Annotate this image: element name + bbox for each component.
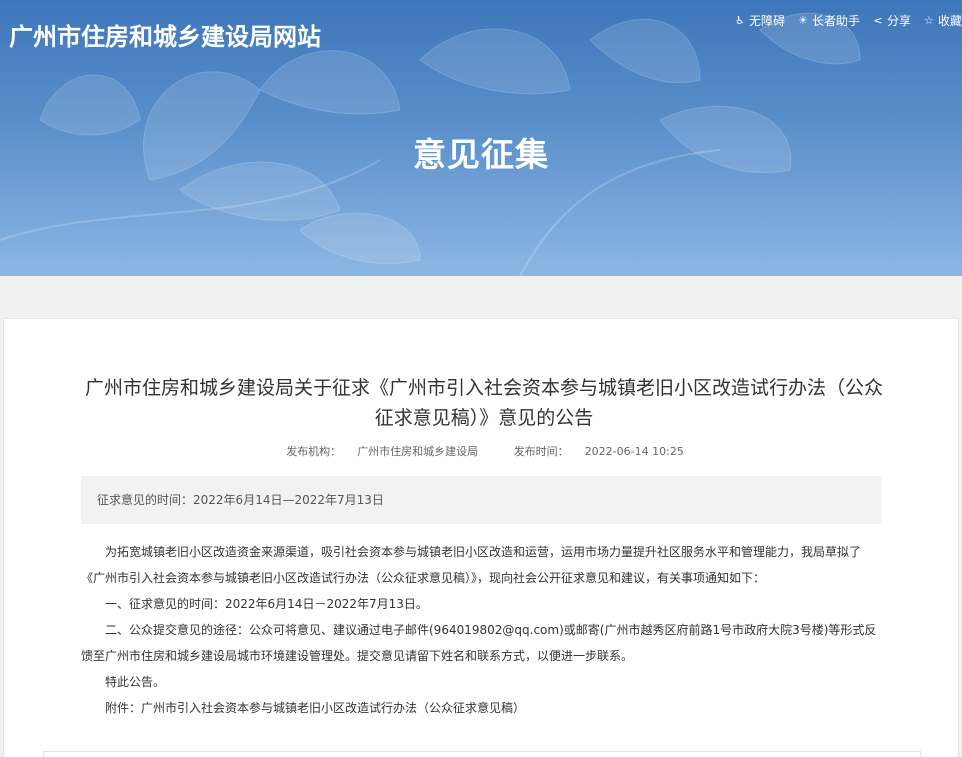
article-meta: 发布机构： 广州市住房和城乡建设局 发布时间： 2022-06-14 10:25 [4,443,962,459]
site-title[interactable]: 广州市住房和城乡建设局网站 [9,17,321,52]
accessibility-label: 无障碍 [748,14,785,28]
share-icon: < [873,14,883,27]
body-paragraph: 为拓宽城镇老旧小区改造资金来源渠道，吸引社会资本参与城镇老旧小区改造和运营，运用… [81,545,862,585]
publisher-value: 广州市住房和城乡建设局 [357,445,479,458]
period-label: 征求意见的时间： [97,493,194,507]
publisher-label: 发布机构： [286,445,342,458]
share-button[interactable]: < 分享 [872,12,911,29]
accessibility-button[interactable]: ♿ 无障碍 [734,12,785,29]
attachment-link[interactable]: 附件：广州市引入社会资本参与城镇老旧小区改造试行办法（公众征求意见稿） [81,695,881,721]
body-paragraph: 二、公众提交意见的途径：公众可将意见、建议通过电子邮件(964019802@qq… [81,623,877,663]
publish-time-label: 发布时间： [513,445,569,458]
body-paragraph: 特此公告。 [105,675,166,689]
favorite-button[interactable]: ☆ 收藏 [923,12,962,29]
accessibility-icon: ♿ [735,14,745,27]
elderly-assistant-button[interactable]: ☀ 长者助手 [797,12,860,29]
body-paragraph: 一、征求意见的时间：2022年6月14日－2022年7月13日。 [105,597,428,611]
article-card: 广州市住房和城乡建设局关于征求《广州市引入社会资本参与城镇老旧小区改造试行办法（… [3,318,959,757]
section-heading: 意见征集 [413,135,549,174]
publish-time-meta: 发布时间： 2022-06-14 10:25 [506,445,692,458]
spacer-strip [0,276,962,318]
share-label: 分享 [886,14,911,28]
star-icon: ☆ [924,14,934,27]
header-banner: 广州市住房和城乡建设局网站 ♿ 无障碍 ☀ 长者助手 < 分享 ☆ 收藏 意见征… [0,0,962,276]
favorite-label: 收藏 [937,14,962,28]
header-toolbar: ♿ 无障碍 ☀ 长者助手 < 分享 ☆ 收藏 [734,12,962,29]
elderly-icon: ☀ [798,14,808,27]
elderly-assistant-label: 长者助手 [811,14,860,28]
publish-time-value: 2022-06-14 10:25 [584,445,684,458]
period-value: 2022年6月14日—2022年7月13日 [193,493,384,507]
article-title: 广州市住房和城乡建设局关于征求《广州市引入社会资本参与城镇老旧小区改造试行办法（… [84,377,883,429]
article-body: 为拓宽城镇老旧小区改造资金来源渠道，吸引社会资本参与城镇老旧小区改造和运营，运用… [81,539,881,721]
publisher-meta: 发布机构： 广州市住房和城乡建设局 [278,445,486,458]
consultation-period-box: 征求意见的时间：2022年6月14日—2022年7月13日 [81,476,881,524]
related-section-box [43,751,921,757]
